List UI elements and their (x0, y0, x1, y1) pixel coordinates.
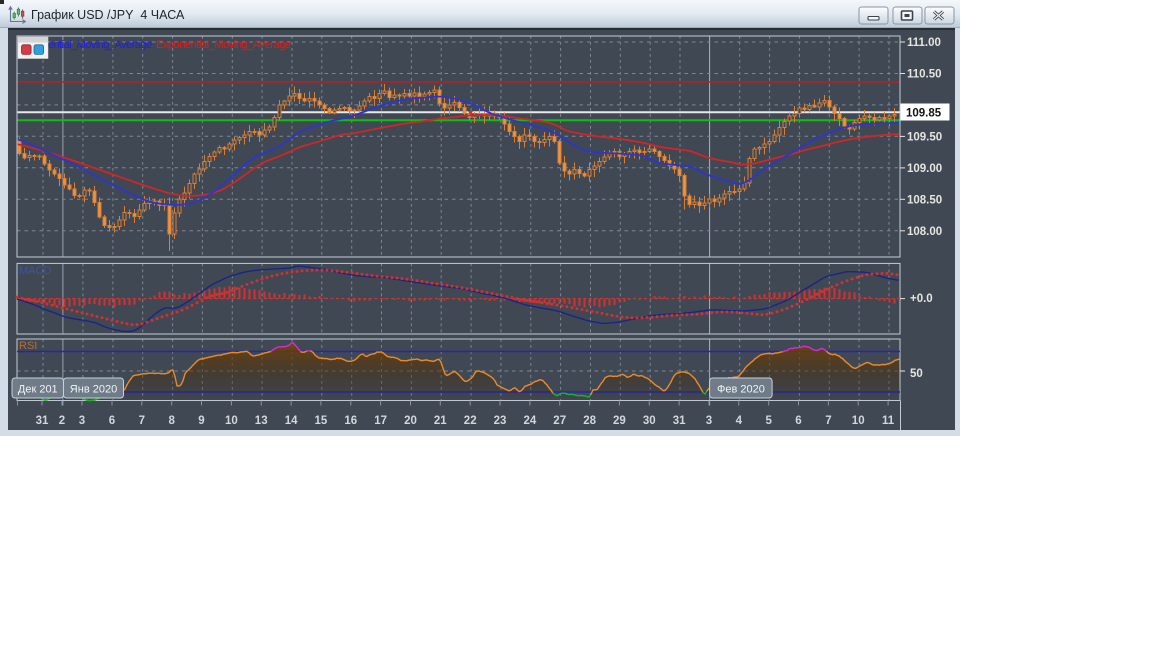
svg-text:RSI: RSI (19, 340, 37, 352)
svg-text:Дек 201: Дек 201 (18, 384, 58, 396)
svg-text:29: 29 (613, 415, 626, 427)
svg-text:17: 17 (374, 415, 387, 427)
svg-text:10: 10 (852, 415, 865, 427)
svg-text:20: 20 (404, 415, 417, 427)
svg-text:3: 3 (706, 415, 712, 427)
svg-text:6: 6 (795, 415, 801, 427)
svg-text:110.50: 110.50 (907, 69, 942, 81)
svg-text:111.00: 111.00 (907, 37, 941, 49)
svg-text:16: 16 (344, 415, 357, 427)
svg-text:14: 14 (285, 415, 298, 427)
svg-text:13: 13 (255, 415, 268, 427)
svg-text:31: 31 (673, 415, 686, 427)
svg-text:50: 50 (910, 368, 923, 380)
svg-text:MACD: MACD (19, 265, 51, 277)
svg-text:+0.0: +0.0 (910, 293, 933, 305)
svg-text:8: 8 (168, 415, 175, 427)
svg-text:109.50: 109.50 (907, 131, 942, 143)
svg-text:22: 22 (464, 415, 477, 427)
svg-text:2: 2 (59, 415, 65, 427)
svg-text:109.00: 109.00 (907, 163, 942, 175)
svg-text:3: 3 (79, 415, 85, 427)
svg-text:5: 5 (765, 415, 772, 427)
svg-text:11: 11 (882, 415, 895, 427)
svg-text:10: 10 (225, 415, 238, 427)
svg-text:15: 15 (315, 415, 328, 427)
svg-text:7: 7 (825, 415, 831, 427)
svg-text:108.50: 108.50 (907, 194, 942, 206)
svg-text:4: 4 (736, 415, 743, 427)
svg-text:21: 21 (434, 415, 447, 427)
svg-text:График USD /JPY 4 ЧАСА: График USD /JPY 4 ЧАСА (31, 8, 185, 22)
svg-text:23: 23 (494, 415, 507, 427)
svg-text:6: 6 (109, 415, 115, 427)
svg-text:7: 7 (139, 415, 145, 427)
svg-text:108.00: 108.00 (907, 226, 942, 238)
svg-text:24: 24 (524, 415, 537, 427)
svg-text:Фев 2020: Фев 2020 (717, 384, 765, 396)
svg-text:ential_Moving_Average: ential_Moving_Average (48, 39, 152, 51)
svg-text:109.85: 109.85 (906, 108, 942, 120)
svg-text:Exponential_Moving_Average: Exponential_Moving_Average (156, 39, 291, 51)
svg-text:27: 27 (553, 415, 566, 427)
svg-text:30: 30 (643, 415, 656, 427)
svg-text:31: 31 (36, 415, 49, 427)
svg-text:28: 28 (583, 415, 596, 427)
svg-text:9: 9 (198, 415, 204, 427)
svg-text:Янв 2020: Янв 2020 (70, 384, 117, 396)
